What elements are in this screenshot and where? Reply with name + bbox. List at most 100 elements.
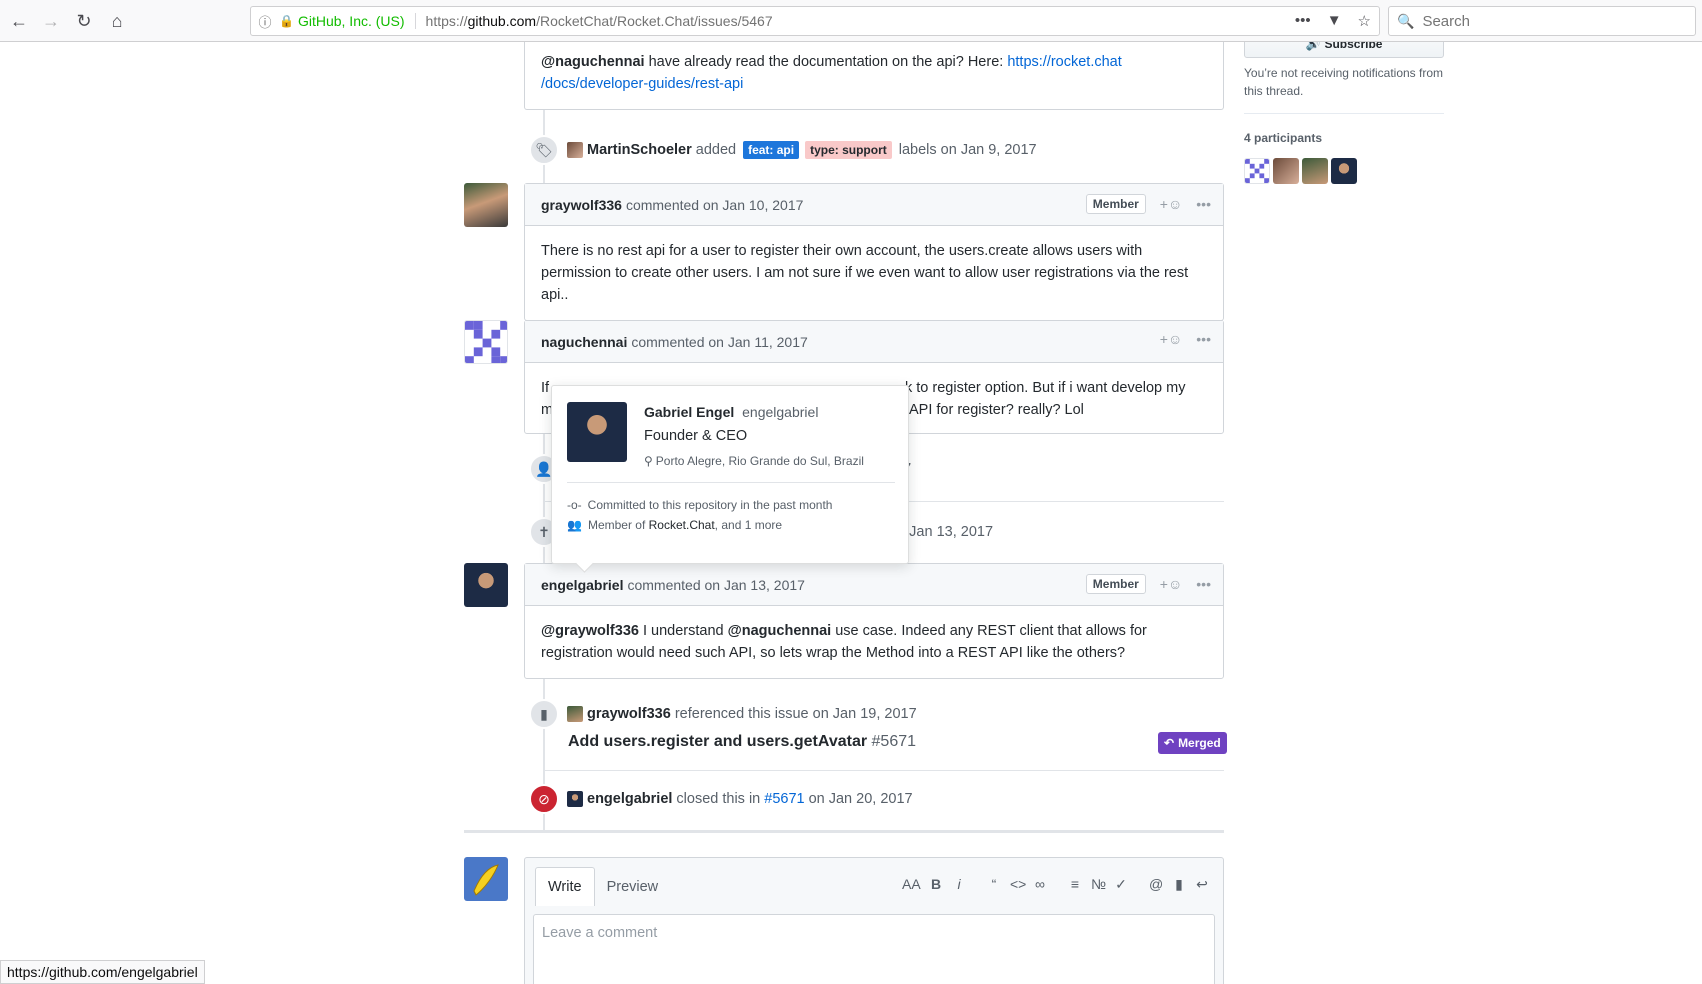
event-actor[interactable]: MartinSchoeler [587, 142, 692, 158]
comment-meta[interactable]: commented on Jan 10, 2017 [626, 197, 803, 213]
pr-title-link[interactable]: Add users.register and users.getAvatar #… [568, 733, 916, 751]
italic-icon[interactable]: i [952, 876, 966, 893]
avatar[interactable] [567, 402, 627, 462]
tab-preview[interactable]: Preview [595, 867, 671, 906]
mention[interactable]: @graywolf336 [541, 623, 639, 639]
home-icon[interactable]: ⌂ [104, 8, 130, 34]
link-icon[interactable]: ∞ [1033, 876, 1047, 893]
avatar[interactable] [464, 183, 508, 227]
avatar[interactable] [567, 142, 583, 158]
avatar[interactable] [464, 857, 508, 901]
comment-top: @naguchennai have already read the docum… [524, 42, 1224, 110]
search-bar[interactable]: 🔍 [1388, 6, 1696, 36]
url-domain: github.com [467, 13, 537, 29]
comment-meta[interactable]: commented on Jan 13, 2017 [627, 577, 804, 593]
search-icon: 🔍 [1397, 12, 1415, 29]
docs-link[interactable]: https://rocket.chat [1007, 54, 1121, 70]
participants-title: 4 participants [1244, 131, 1323, 145]
avatar[interactable] [567, 791, 583, 807]
page-actions-icon[interactable]: ••• [1295, 12, 1311, 30]
merged-badge: ↶ Merged [1158, 732, 1227, 754]
org-suffix: , and 1 more [714, 518, 783, 532]
subscribe-button[interactable]: 🔊 Subscribe [1244, 42, 1444, 58]
avatar[interactable] [464, 563, 508, 607]
avatar[interactable] [464, 320, 508, 364]
comment-author[interactable]: engelgabriel [541, 577, 623, 593]
reply-icon[interactable]: ↩ [1195, 876, 1209, 893]
pr-link[interactable]: #5671 [764, 791, 804, 807]
label-feat-api[interactable]: feat: api [743, 141, 800, 159]
task-list-icon[interactable]: ✓ [1114, 876, 1128, 893]
quote-icon[interactable]: “ [987, 876, 1001, 893]
pocket-icon[interactable]: ▼ [1327, 12, 1342, 30]
user-full-name[interactable]: Gabriel Engel [644, 404, 734, 420]
closed-event: ⊘ engelgabriel closed this in #5671 on J… [529, 784, 913, 814]
tab-write[interactable]: Write [535, 867, 595, 906]
label-type-support[interactable]: type: support [805, 141, 892, 159]
participant-avatar[interactable] [1331, 158, 1357, 184]
commit-info: -o- Committed to this repository in the p… [567, 498, 832, 512]
subscribe-label: Subscribe [1324, 42, 1383, 51]
org-name[interactable]: Rocket.Chat [649, 518, 715, 532]
code-icon[interactable]: <> [1010, 876, 1026, 893]
divider [543, 770, 1224, 771]
org-prefix: Member of [587, 518, 649, 532]
issue-page: @naguchennai have already read the docum… [0, 42, 1702, 984]
participant-avatar[interactable] [1273, 158, 1299, 184]
mention-icon[interactable]: @ [1149, 876, 1163, 893]
more-options-icon[interactable]: ••• [1196, 576, 1211, 592]
participant-avatar[interactable] [1244, 158, 1270, 184]
mention[interactable]: @naguchennai [541, 54, 645, 70]
forward-icon[interactable]: → [38, 8, 64, 34]
member-badge: Member [1085, 194, 1146, 214]
reload-icon[interactable]: ↻ [71, 8, 97, 34]
status-bar: https://github.com/engelgabriel [0, 960, 205, 984]
comment-header: naguchennai commented on Jan 11, 2017 +☺… [525, 321, 1223, 363]
address-bar[interactable]: ⓘ 🔒 GitHub, Inc. (US) https://github.com… [250, 6, 1380, 36]
info-icon[interactable]: ⓘ [251, 12, 279, 31]
people-icon: 👥 [567, 518, 582, 532]
reaction-icon[interactable]: +☺ [1160, 196, 1182, 212]
back-icon[interactable]: ← [6, 8, 32, 34]
event-text: referenced this issue on Jan 19, 2017 [674, 706, 917, 722]
text-size-icon[interactable]: AA [902, 876, 921, 893]
search-input[interactable] [1422, 12, 1683, 30]
participant-avatar[interactable] [1302, 158, 1328, 184]
reaction-icon[interactable]: +☺ [1160, 576, 1182, 592]
comment-engelgabriel: engelgabriel commented on Jan 13, 2017 M… [524, 563, 1224, 679]
divider [1244, 113, 1444, 114]
avatar[interactable] [567, 706, 583, 722]
comment-body: @naguchennai have already read the docum… [525, 42, 1223, 109]
comment-body: @graywolf336 I understand @naguchennai u… [525, 606, 1223, 678]
closed-icon: ⊘ [529, 784, 559, 814]
member-badge: Member [1085, 574, 1146, 594]
docs-link-cont[interactable]: /docs/developer-guides/rest-api [541, 76, 743, 92]
merge-icon: ↶ [1164, 736, 1175, 750]
label-event: 🏷 MartinSchoeler added feat: api type: s… [529, 135, 1037, 165]
bookmark-icon: ▮ [529, 699, 559, 729]
comment-author[interactable]: graywolf336 [541, 197, 622, 213]
site-identity[interactable]: GitHub, Inc. (US) [298, 13, 416, 29]
comment-author[interactable]: naguchennai [541, 334, 627, 350]
browser-toolbar: ← → ↻ ⌂ ⓘ 🔒 GitHub, Inc. (US) https://gi… [0, 0, 1702, 42]
bullet-list-icon[interactable]: ≡ [1068, 876, 1082, 893]
event-actor[interactable]: graywolf336 [587, 706, 671, 722]
participant-avatars [1244, 158, 1357, 184]
comment-text: have already read the documentation on t… [644, 54, 1008, 70]
more-options-icon[interactable]: ••• [1196, 196, 1211, 212]
user-hovercard: Gabriel Engel engelgabriel Founder & CEO… [551, 385, 909, 564]
mention[interactable]: @naguchennai [728, 623, 832, 639]
comment-input[interactable] [533, 914, 1215, 984]
reaction-icon[interactable]: +☺ [1160, 331, 1182, 347]
user-bio: Founder & CEO [644, 428, 748, 444]
comment-text: I understand [638, 623, 728, 639]
reference-icon[interactable]: ▮ [1172, 876, 1186, 893]
url-text[interactable]: https://github.com/RocketChat/Rocket.Cha… [426, 13, 773, 29]
more-options-icon[interactable]: ••• [1196, 331, 1211, 347]
bold-icon[interactable]: B [929, 876, 943, 893]
event-actor[interactable]: engelgabriel [587, 791, 672, 807]
bookmark-star-icon[interactable]: ☆ [1358, 12, 1371, 30]
comment-meta[interactable]: commented on Jan 11, 2017 [631, 334, 807, 350]
user-login[interactable]: engelgabriel [742, 404, 818, 420]
numbered-list-icon[interactable]: № [1091, 876, 1106, 893]
